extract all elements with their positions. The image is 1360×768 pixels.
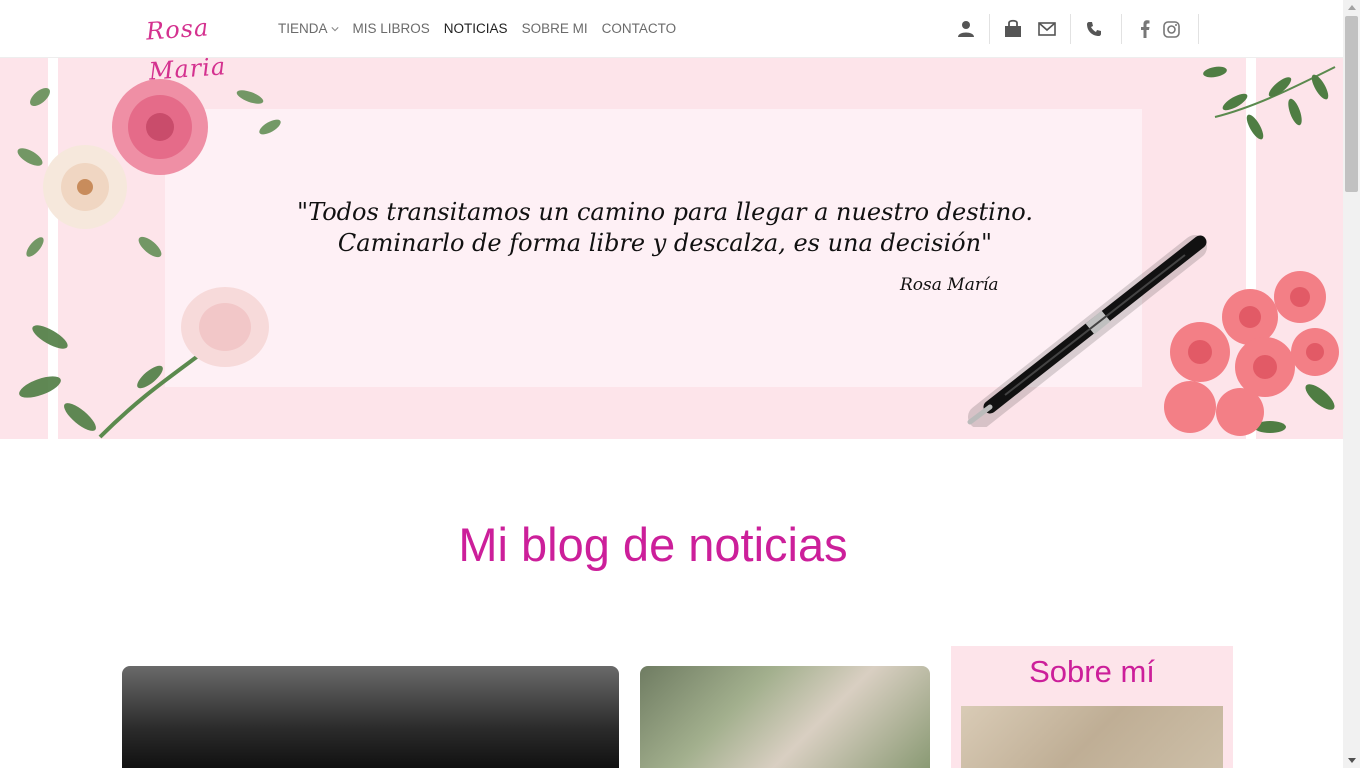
nav-item-label: CONTACTO: [601, 21, 677, 36]
sidebar-title: Sobre mí: [1029, 654, 1155, 689]
nav-item-label: MIS LIBROS: [352, 21, 430, 36]
nav-item-mis-libros[interactable]: MIS LIBROS: [353, 19, 430, 39]
hero-quote: "Todos transitamos un camino para llegar…: [260, 197, 1070, 259]
nav-item-sobre-mi[interactable]: SOBRE MI: [522, 19, 588, 39]
quote-line-1: "Todos transitamos un camino para llegar…: [297, 198, 1033, 226]
user-icon[interactable]: [953, 16, 979, 42]
quote-author: Rosa María: [900, 275, 999, 295]
facebook-icon[interactable]: [1132, 16, 1158, 42]
page-scrollbar[interactable]: [1343, 0, 1360, 768]
sidebar-about: Sobre mí: [951, 646, 1233, 768]
divider: [1198, 14, 1199, 44]
divider: [1070, 14, 1071, 44]
site-header: Rosa Maria TIENDA MIS LIBROS NOTICIAS SO…: [0, 0, 1343, 86]
nav-item-label: NOTICIAS: [443, 21, 508, 36]
hero-banner: "Todos transitamos un camino para llegar…: [0, 57, 1343, 439]
chevron-down-icon: [330, 27, 339, 32]
nav-item-noticias[interactable]: NOTICIAS: [444, 19, 508, 39]
nav-item-tienda[interactable]: TIENDA: [278, 19, 339, 39]
mail-icon[interactable]: [1034, 16, 1060, 42]
nav-item-contacto[interactable]: CONTACTO: [602, 19, 677, 39]
shopping-bag-icon[interactable]: [1000, 16, 1026, 42]
bouquet-decoration-icon: [1164, 271, 1339, 436]
instagram-icon[interactable]: [1158, 16, 1184, 42]
sidebar-image: [961, 706, 1223, 768]
site-logo[interactable]: Rosa Maria: [145, 4, 254, 85]
scroll-down-arrow-icon[interactable]: [1343, 754, 1360, 768]
rose-stem-decoration-icon: [19, 287, 269, 439]
divider: [989, 14, 990, 44]
header-icons: [953, 14, 1209, 44]
divider: [1121, 14, 1122, 44]
scrollbar-thumb[interactable]: [1345, 16, 1358, 192]
phone-icon[interactable]: [1081, 16, 1107, 42]
main-nav: TIENDA MIS LIBROS NOTICIAS SOBRE MI CONT…: [278, 19, 676, 39]
quote-line-2: Caminarlo de forma libre y descalza, es …: [337, 229, 993, 257]
scroll-up-arrow-icon[interactable]: [1343, 0, 1360, 14]
nav-item-label: TIENDA: [278, 21, 328, 36]
nav-item-label: SOBRE MI: [521, 21, 588, 36]
blog-post-card-image[interactable]: [640, 666, 930, 768]
blog-post-card-image[interactable]: [122, 666, 619, 768]
page-title: Mi blog de noticias: [458, 518, 848, 571]
leaves-decoration-icon: [1203, 66, 1336, 140]
